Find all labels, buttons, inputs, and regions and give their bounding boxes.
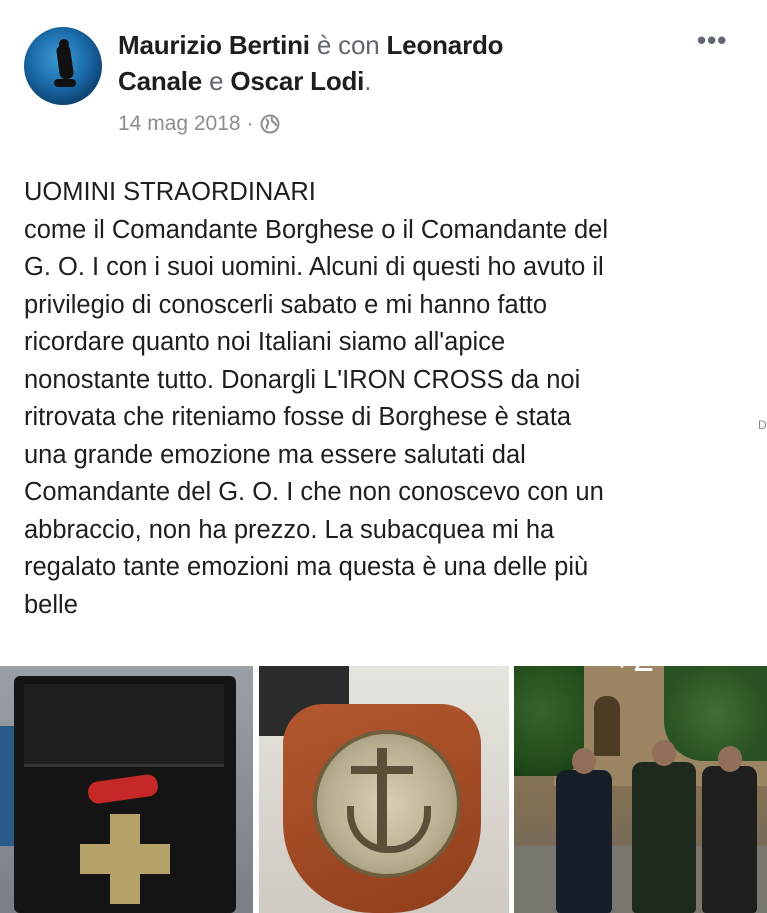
meta-separator: ·: [246, 112, 254, 135]
with-text: è con: [316, 30, 380, 60]
stray-mark: D: [758, 418, 767, 432]
post-text-line: UOMINI STRAORDINARI: [24, 178, 316, 206]
globe-icon: [260, 114, 280, 134]
more-photos-count[interactable]: +2: [514, 666, 759, 783]
photo-detail-cross-horizontal: [80, 844, 170, 874]
photo-detail-case-lid: [24, 684, 224, 767]
avatar[interactable]: [24, 27, 102, 105]
tagged-friend-1-continued[interactable]: Canale: [118, 66, 202, 96]
post-text-line: G. O. I con i suoi uomini. Alcuni di que…: [24, 253, 604, 281]
post-text-line: privilegio di conoscerli sabato e mi han…: [24, 290, 548, 319]
post-text-line: belle: [24, 590, 78, 619]
post-text-line: ritrovata che riteniamo fosse di Borghes…: [24, 403, 572, 431]
tagged-friend-1[interactable]: Leonardo: [387, 30, 504, 60]
photo-plaque[interactable]: [259, 666, 509, 913]
post-text-line: una grande emozione ma essere salutati d…: [24, 440, 526, 469]
post-header-line-1: Maurizio Bertini è con Leonardo: [118, 30, 504, 61]
photo-group[interactable]: +2: [514, 666, 767, 913]
diver-fin: [54, 79, 76, 87]
header-period: .: [364, 66, 372, 96]
post-meta: 14 mag 2018 ·: [118, 112, 280, 136]
diver-body: [55, 44, 75, 80]
author-name[interactable]: Maurizio Bertini: [118, 30, 310, 60]
post-date[interactable]: 14 mag 2018: [118, 112, 241, 136]
more-options-button[interactable]: •••: [697, 27, 727, 53]
post-text-line: nonostante tutto. Donargli L'IRON CROSS …: [24, 365, 581, 394]
post-text-line: abbraccio, non ha prezzo. La subacquea m…: [24, 515, 555, 544]
post-text-line: come il Comandante Borghese o il Comanda…: [24, 215, 609, 244]
photo-detail-anchor-stock: [351, 766, 413, 774]
and-text: e: [209, 66, 224, 96]
post-header-line-2: Canale e Oscar Lodi.: [118, 66, 371, 97]
photo-detail-medal: [313, 730, 461, 878]
post-text-line: ricordare quanto noi Italiani siamo all'…: [24, 328, 506, 356]
photo-grid: +2: [0, 666, 767, 913]
tagged-friend-2[interactable]: Oscar Lodi: [230, 66, 364, 96]
post-text: UOMINI STRAORDINARI come il Comandante B…: [24, 174, 754, 624]
photo-iron-cross[interactable]: [0, 666, 253, 913]
post-text-line: Comandante del G. O. I che non conoscevo…: [24, 478, 604, 506]
post-text-line: regalato tante emozioni ma questa è una …: [24, 553, 589, 581]
